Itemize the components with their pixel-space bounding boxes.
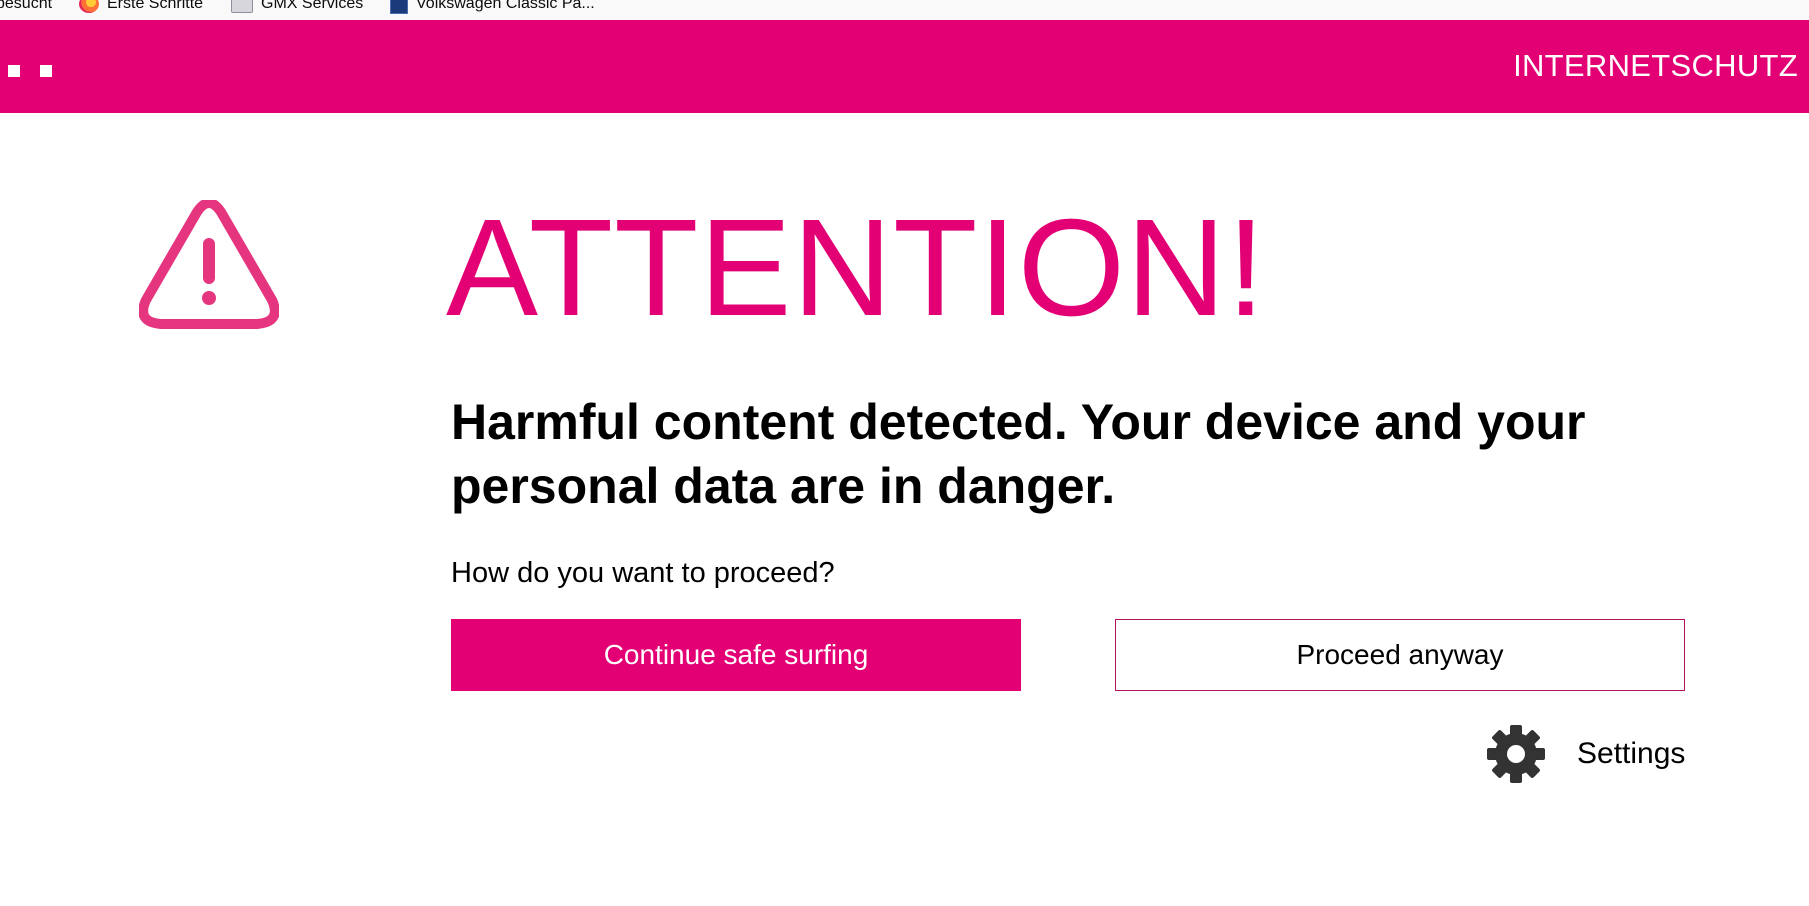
folder-icon	[231, 0, 253, 13]
bookmark-label: Volkswagen Classic Pa...	[416, 0, 595, 12]
danger-message: Harmful content detected. Your device an…	[451, 394, 1586, 514]
bookmark-gmx-services[interactable]: GMX Services	[231, 0, 363, 14]
settings-link[interactable]: Settings	[1486, 722, 1685, 786]
settings-label: Settings	[1577, 737, 1686, 770]
volkswagen-icon	[390, 0, 408, 14]
bookmark-most-visited[interactable]: besucht	[0, 0, 52, 14]
logo-dot	[8, 65, 20, 77]
proceed-anyway-button[interactable]: Proceed anyway	[1115, 619, 1685, 691]
gear-icon	[1487, 725, 1545, 783]
attention-headline: ATTENTION!	[446, 191, 1267, 345]
warning-triangle-icon	[139, 200, 279, 329]
bookmark-label: besucht	[0, 0, 53, 12]
firefox-icon	[79, 0, 99, 13]
bookmark-volkswagen[interactable]: Volkswagen Classic Pa...	[390, 0, 595, 14]
logo-dot	[40, 65, 52, 77]
bookmark-label: GMX Services	[261, 0, 364, 12]
bookmark-label: Erste Schritte	[107, 0, 204, 12]
bookmarks-bar: besucht Erste Schritte GMX Services Volk…	[0, 0, 1809, 20]
continue-safe-surfing-button[interactable]: Continue safe surfing	[451, 619, 1021, 691]
proceed-question: How do you want to proceed?	[451, 557, 835, 589]
telekom-logo[interactable]	[8, 65, 52, 77]
brand-header: INTERNETSCHUTZ	[0, 20, 1809, 113]
bookmark-getting-started[interactable]: Erste Schritte	[79, 0, 203, 14]
header-title: INTERNETSCHUTZ	[1513, 48, 1798, 83]
